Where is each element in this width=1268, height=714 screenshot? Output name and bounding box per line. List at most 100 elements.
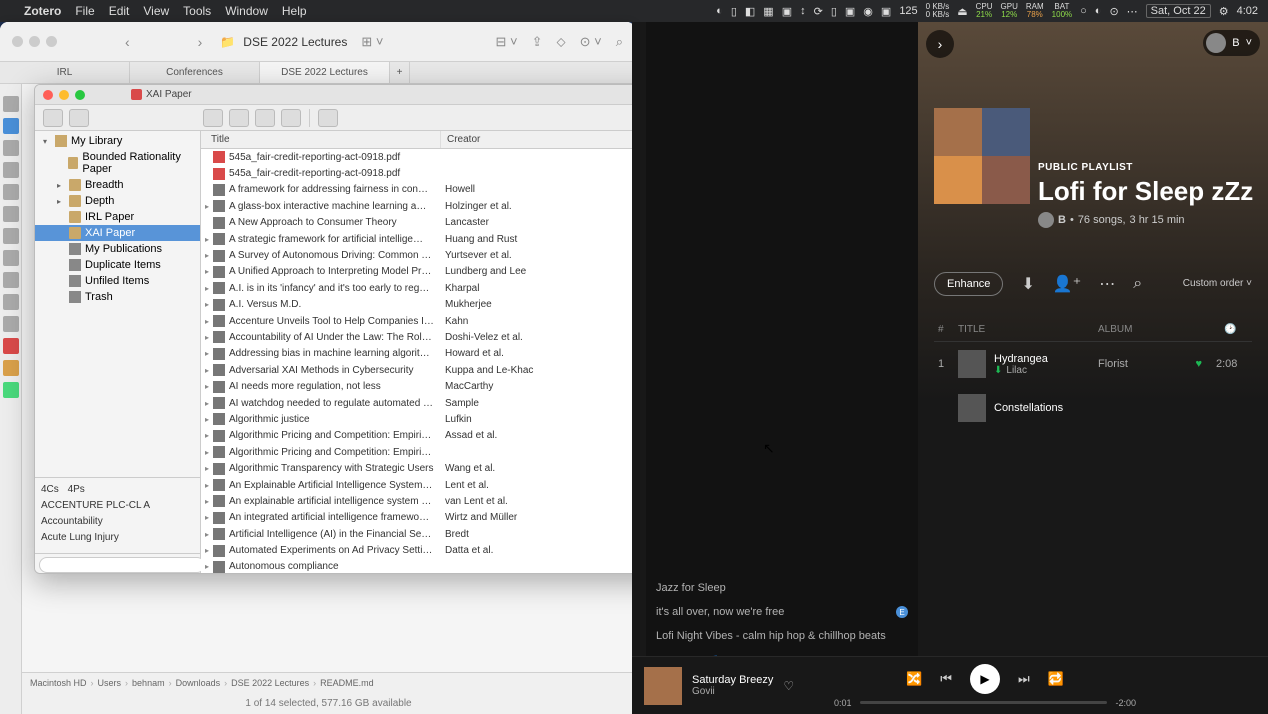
- now-playing-artist[interactable]: Govii: [692, 686, 773, 697]
- special-node[interactable]: Trash: [35, 289, 200, 305]
- progress-bar[interactable]: [860, 701, 1108, 704]
- library-node[interactable]: ▾My Library: [35, 133, 200, 149]
- tag-icon[interactable]: ⬦: [557, 34, 566, 50]
- sidebar-item[interactable]: [3, 184, 19, 200]
- collection-node[interactable]: ▸Depth: [35, 193, 200, 209]
- menubar-icon[interactable]: ⋯: [1127, 5, 1138, 18]
- menubar-icon[interactable]: ○: [1080, 5, 1087, 17]
- tag-orange[interactable]: [3, 360, 19, 376]
- sidebar-item[interactable]: [3, 162, 19, 178]
- playlist-item[interactable]: Jazz for Sleep: [646, 576, 918, 600]
- tag[interactable]: 4Cs: [41, 482, 59, 498]
- sidebar-item[interactable]: [3, 96, 19, 112]
- menubar-icon[interactable]: ▯: [731, 5, 737, 18]
- tag[interactable]: ACCENTURE PLC-CL A: [41, 498, 150, 514]
- menu-tools[interactable]: Tools: [183, 4, 211, 18]
- share-icon[interactable]: ⇪: [532, 34, 543, 50]
- traffic-lights[interactable]: [12, 36, 57, 47]
- action-icon[interactable]: ⊙ ˅: [580, 34, 602, 50]
- menubar-time[interactable]: 4:02: [1237, 5, 1258, 17]
- playlist-item[interactable]: Lofi Night Vibes - calm hip hop & chillh…: [646, 624, 918, 648]
- add-by-id-button[interactable]: [229, 109, 249, 127]
- menubar-icon[interactable]: ▣: [845, 5, 855, 18]
- sidebar-item[interactable]: [3, 250, 19, 266]
- menubar-icon[interactable]: ⟳: [814, 5, 823, 18]
- shuffle-icon[interactable]: 🔀: [906, 671, 922, 687]
- menubar-icon[interactable]: ▣: [881, 5, 891, 18]
- column-title[interactable]: Title: [201, 131, 441, 148]
- new-library-button[interactable]: [69, 109, 89, 127]
- like-icon[interactable]: ♡: [783, 679, 794, 693]
- tag-search-input[interactable]: [39, 557, 205, 573]
- finder-tab[interactable]: Conferences: [130, 62, 260, 83]
- view-mode-icon[interactable]: ⊞ ˅: [361, 34, 383, 50]
- close-button[interactable]: [43, 90, 53, 100]
- menubar-icon[interactable]: ◧: [745, 5, 755, 18]
- menubar-icon[interactable]: ▯: [831, 5, 837, 18]
- menubar-icon[interactable]: ↕: [800, 5, 806, 17]
- collection-node[interactable]: Bounded Rationality Paper: [35, 149, 200, 177]
- path-segment[interactable]: DSE 2022 Lectures: [231, 678, 309, 688]
- menubar-icon[interactable]: ◐: [1095, 5, 1102, 17]
- add-user-icon[interactable]: 👤⁺: [1053, 274, 1081, 294]
- sidebar-item[interactable]: [3, 272, 19, 288]
- forward-nav-button[interactable]: ›: [926, 30, 954, 58]
- menu-edit[interactable]: Edit: [109, 4, 130, 18]
- menu-file[interactable]: File: [75, 4, 94, 18]
- collection-node[interactable]: ▸Breadth: [35, 177, 200, 193]
- advanced-search-button[interactable]: [318, 109, 338, 127]
- attach-button[interactable]: [281, 109, 301, 127]
- finder-tab[interactable]: DSE 2022 Lectures: [260, 62, 390, 83]
- playlist-item[interactable]: it's all over, now we're freeE: [646, 600, 918, 624]
- path-segment[interactable]: README.md: [320, 678, 374, 688]
- new-item-button[interactable]: [203, 109, 223, 127]
- control-center-icon[interactable]: ⚙: [1219, 5, 1229, 18]
- menu-help[interactable]: Help: [282, 4, 307, 18]
- sidebar-item[interactable]: [3, 294, 19, 310]
- track-row[interactable]: 1Hydrangea⬇LilacFlorist♥2:08: [934, 342, 1252, 386]
- now-playing-title[interactable]: Saturday Breezy: [692, 674, 773, 686]
- collection-node[interactable]: IRL Paper: [35, 209, 200, 225]
- menubar-date[interactable]: Sat, Oct 22: [1146, 4, 1211, 18]
- special-node[interactable]: Duplicate Items: [35, 257, 200, 273]
- menu-view[interactable]: View: [143, 4, 169, 18]
- user-menu[interactable]: B˅: [1203, 30, 1260, 56]
- new-tab-button[interactable]: +: [390, 62, 410, 83]
- sidebar-item[interactable]: [3, 206, 19, 222]
- now-playing-cover[interactable]: [644, 667, 682, 705]
- collection-node[interactable]: XAI Paper: [35, 225, 200, 241]
- tag[interactable]: Accountability: [41, 514, 103, 530]
- tag[interactable]: Acute Lung Injury: [41, 530, 119, 546]
- new-note-button[interactable]: [255, 109, 275, 127]
- special-node[interactable]: My Publications: [35, 241, 200, 257]
- tag[interactable]: 4Ps: [68, 482, 85, 498]
- back-button[interactable]: ‹: [125, 34, 130, 50]
- play-button[interactable]: ▶: [970, 664, 1000, 694]
- path-segment[interactable]: behnam: [132, 678, 165, 688]
- group-icon[interactable]: ⊟ ˅: [495, 34, 517, 50]
- minimize-button[interactable]: [59, 90, 69, 100]
- menubar-icon[interactable]: ⏏: [957, 5, 967, 18]
- finder-tab[interactable]: IRL: [0, 62, 130, 83]
- maximize-button[interactable]: [75, 90, 85, 100]
- path-segment[interactable]: Macintosh HD: [30, 678, 87, 688]
- sidebar-item[interactable]: [3, 316, 19, 332]
- tag-red[interactable]: [3, 338, 19, 354]
- menu-window[interactable]: Window: [225, 4, 268, 18]
- download-icon[interactable]: ⬇: [1021, 274, 1034, 294]
- new-collection-button[interactable]: [43, 109, 63, 127]
- menubar-icon[interactable]: ⊙: [1109, 5, 1118, 18]
- search-icon[interactable]: ⌕: [1133, 275, 1142, 293]
- path-segment[interactable]: Downloads: [176, 678, 221, 688]
- menubar-icon[interactable]: ▣: [782, 5, 792, 18]
- repeat-icon[interactable]: 🔁: [1048, 671, 1064, 687]
- sidebar-item[interactable]: [3, 228, 19, 244]
- sort-button[interactable]: Custom order ˅: [1183, 278, 1252, 290]
- path-segment[interactable]: Users: [98, 678, 122, 688]
- track-row[interactable]: Constellations: [934, 386, 1252, 430]
- menubar-icon[interactable]: ◐: [716, 5, 723, 17]
- forward-button[interactable]: ›: [198, 34, 203, 50]
- prev-icon[interactable]: ⏮: [940, 671, 952, 687]
- app-name[interactable]: Zotero: [24, 4, 61, 18]
- next-icon[interactable]: ⏭: [1018, 671, 1030, 687]
